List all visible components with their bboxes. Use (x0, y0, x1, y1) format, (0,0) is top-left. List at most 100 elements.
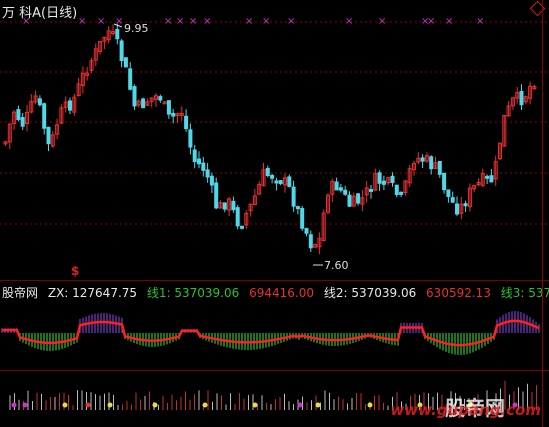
signal-x-mark: × (176, 16, 184, 27)
indicator-header: 股帝网 ZX: 127647.75 线1: 537039.06 694416.0… (2, 284, 549, 301)
candle-body (119, 40, 124, 62)
candle-body (192, 149, 197, 163)
signal-x-mark: × (245, 16, 253, 27)
candle-body (214, 182, 219, 209)
candle-body (442, 172, 447, 191)
candle-body (197, 158, 201, 165)
candle-body (446, 189, 451, 197)
candle-body (437, 160, 442, 175)
candle-body (141, 98, 146, 109)
signal-x-mark: × (287, 16, 295, 27)
candle-body (171, 112, 176, 117)
signal-dot (152, 402, 158, 408)
signal-dot (107, 402, 113, 408)
candle-body (455, 203, 459, 215)
signal-x-mark: × (189, 16, 197, 27)
high-price-label: 9.95 (124, 22, 149, 35)
candlestick-chart[interactable]: × × × × × × × × × × × × × ×× × × 9.95 7.60 (0, 0, 549, 280)
candle-body (205, 169, 210, 178)
candle-body (356, 193, 361, 204)
zx-value: ZX: 127647.75 (47, 286, 138, 300)
candle-body (42, 103, 47, 129)
candle-body (343, 189, 348, 195)
signal-dot (62, 402, 68, 408)
value-a: 694416.00 (249, 286, 314, 300)
candle-body (20, 117, 25, 127)
candle-body (188, 129, 193, 148)
signal-x-mark: × (164, 16, 172, 27)
signal-x-mark: × (378, 16, 386, 27)
candle-body (394, 184, 399, 196)
candle-body (338, 187, 343, 191)
signal-dot (22, 402, 28, 408)
signal-x-mark: × (345, 16, 353, 27)
candle-body (390, 175, 395, 184)
candle-body (270, 174, 275, 179)
panel-divider-2[interactable] (0, 370, 549, 371)
candle-body (304, 228, 309, 234)
right-axis-edge[interactable] (542, 0, 543, 427)
candle-body (166, 100, 171, 115)
candle-body (278, 180, 283, 185)
candle-body (240, 225, 244, 229)
candle-body (377, 172, 382, 184)
candle-body (209, 175, 214, 186)
signal-x-mark: × (262, 16, 270, 27)
signal-dot (297, 402, 303, 408)
candle-body (347, 194, 352, 207)
signal-dollar-mark: $ (71, 264, 80, 278)
candle-body (485, 175, 490, 179)
candle-body (429, 156, 434, 170)
value-b: 630592.13 (426, 286, 491, 300)
candle-body (37, 98, 42, 106)
signal-dot (315, 402, 321, 408)
signal-x-mark: × (445, 16, 453, 27)
indicator-name: 股帝网 (2, 286, 39, 300)
candle-body (158, 96, 163, 101)
signal-x-mark: × (97, 16, 105, 27)
panel-divider[interactable] (0, 280, 549, 281)
candle-body (265, 167, 270, 177)
candle-body (369, 188, 373, 192)
candle-body (450, 197, 455, 203)
candle-body (68, 100, 72, 111)
candle-body (115, 29, 120, 40)
candle-body (184, 115, 189, 130)
candle-body (16, 109, 21, 121)
signal-dot (202, 402, 208, 408)
candle-body (295, 206, 300, 210)
signal-x-mark: × (78, 16, 86, 27)
candle-body (46, 126, 51, 145)
signal-dot (367, 402, 373, 408)
candle-body (308, 234, 313, 249)
signal-dot (252, 402, 258, 408)
candle-body (132, 86, 137, 107)
candle-body (128, 68, 133, 90)
candle-body (334, 181, 339, 191)
candle-body (201, 162, 206, 171)
line1-value: 线1: 537039.06 (146, 286, 240, 300)
low-price-label: 7.60 (324, 259, 349, 272)
candle-body (222, 202, 227, 210)
signal-dot (11, 402, 17, 408)
candle-body (463, 203, 468, 207)
candle-body (420, 157, 425, 162)
candle-body (123, 57, 128, 68)
signal-x-mark: × (203, 16, 211, 27)
signal-x-mark: × (476, 16, 484, 27)
line2-value: 线2: 537039.06 (323, 286, 417, 300)
candle-body (519, 90, 524, 106)
signal-x-mark: × (427, 16, 435, 27)
candle-body (231, 200, 236, 211)
candle-body (291, 186, 296, 207)
signal-x-mark: × (22, 16, 30, 27)
watermark-url: www.gupang.com (390, 401, 541, 419)
candle-body (287, 176, 292, 187)
signal-dot (85, 402, 91, 408)
candle-body (235, 207, 240, 227)
candle-body (274, 180, 279, 184)
candle-body (381, 180, 386, 185)
oscillator-panel[interactable] (0, 300, 549, 370)
candle-body (300, 208, 305, 229)
candle-body (399, 191, 404, 195)
